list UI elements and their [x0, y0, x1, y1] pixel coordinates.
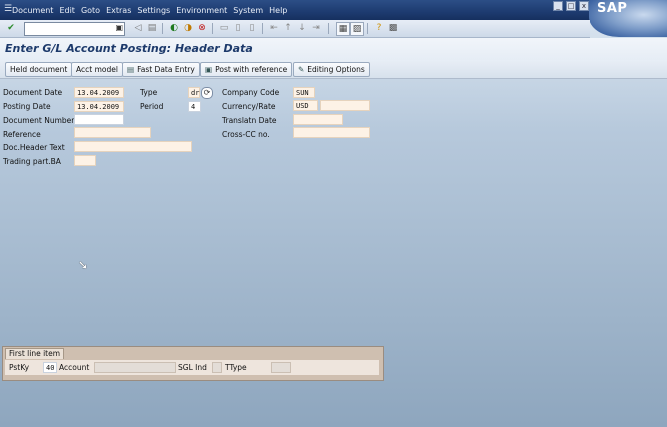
menu-system[interactable]: System — [233, 6, 263, 15]
editing-options-button[interactable]: ✎ Editing Options — [293, 62, 370, 77]
document-number-label: Document Number — [3, 116, 75, 125]
doc-header-text-label: Doc.Header Text — [3, 143, 65, 152]
save-icon[interactable]: ◁ — [132, 22, 144, 34]
sap-logo-text: SAP — [597, 1, 628, 16]
reference-field[interactable] — [74, 127, 151, 138]
first-page-icon[interactable]: ⇤ — [268, 22, 280, 34]
period-field[interactable]: 4 — [188, 101, 201, 112]
reference-label: Reference — [3, 130, 41, 139]
minimize-button[interactable]: _ — [553, 1, 563, 11]
document-type-lookup-icon[interactable]: ⟳ — [201, 87, 213, 99]
mouse-cursor-icon: ➘ — [78, 258, 89, 272]
standard-toolbar: ✔ ▣ ◁ ▤ ◐ ◑ ⊗ ▭ ▯ ▯ ⇤ ↑ ↓ ⇥ ▦ ▨ ? ▩ — [0, 20, 590, 38]
document-date-label: Document Date — [3, 88, 63, 97]
menu-environment[interactable]: Environment — [176, 6, 227, 15]
fast-data-entry-button[interactable]: ▤ Fast Data Entry — [122, 62, 200, 77]
post-with-reference-button[interactable]: ▣ Post with reference — [200, 62, 293, 77]
application-toolbar: Held document Acct model ▤ Fast Data Entr… — [0, 60, 667, 79]
toolbar-separator — [367, 23, 368, 34]
reference-icon: ▣ — [205, 65, 213, 74]
sgl-ind-field[interactable] — [212, 362, 222, 373]
print-icon[interactable]: ▭ — [218, 22, 230, 34]
menu-edit[interactable]: Edit — [59, 6, 75, 15]
ttype-label: TType — [225, 363, 247, 372]
maximize-button[interactable]: □ — [566, 1, 576, 11]
first-line-item-tab: First line item — [5, 348, 65, 359]
find-icon[interactable]: ▯ — [232, 22, 244, 34]
posting-date-field[interactable]: 13.04.2009 — [74, 101, 124, 112]
editing-options-label: Editing Options — [307, 65, 365, 74]
toolbar-separator — [162, 23, 163, 34]
company-code-field[interactable]: SUN — [293, 87, 315, 98]
window-controls: _ □ x — [553, 1, 589, 11]
acct-model-button[interactable]: Acct model — [71, 62, 123, 77]
first-line-item-box: First line item PstKy 40 Account SGL Ind… — [2, 346, 384, 381]
back-icon[interactable]: ◐ — [168, 22, 180, 34]
company-code-label: Company Code — [222, 88, 280, 97]
enter-icon[interactable]: ✔ — [5, 22, 17, 34]
exchange-rate-field[interactable] — [320, 100, 370, 111]
toolbar-separator — [262, 23, 263, 34]
translatn-date-label: Translatn Date — [222, 116, 277, 125]
last-page-icon[interactable]: ⇥ — [310, 22, 322, 34]
toolbar-separator — [212, 23, 213, 34]
cancel-icon[interactable]: ⊗ — [196, 22, 208, 34]
menu-goto[interactable]: Goto — [81, 6, 100, 15]
close-window-button[interactable]: x — [579, 1, 589, 11]
title-bar: Enter G/L Account Posting: Header Data — [0, 38, 667, 60]
toolbar-separator — [328, 23, 329, 34]
help-icon[interactable]: ? — [373, 22, 385, 34]
cross-cc-no-field[interactable] — [293, 127, 370, 138]
pstky-field[interactable]: 40 — [43, 362, 57, 373]
trading-part-ba-label: Trading part.BA — [3, 157, 61, 166]
posting-date-label: Posting Date — [3, 102, 51, 111]
exit-icon[interactable]: ◑ — [182, 22, 194, 34]
translatn-date-field[interactable] — [293, 114, 343, 125]
pstky-label: PstKy — [9, 363, 30, 372]
sap-logo: SAP — [589, 0, 667, 37]
type-field[interactable]: dr — [188, 87, 200, 98]
menu-settings[interactable]: Settings — [137, 6, 170, 15]
period-label: Period — [140, 102, 164, 111]
document-date-field[interactable]: 13.04.2009 — [74, 87, 124, 98]
find-next-icon[interactable]: ▯ — [246, 22, 258, 34]
save-disk-icon[interactable]: ▤ — [146, 22, 158, 34]
menu-items: Document Edit Goto Extras Settings Envir… — [12, 6, 287, 15]
cross-cc-no-label: Cross-CC no. — [222, 130, 270, 139]
held-document-button[interactable]: Held document — [5, 62, 73, 77]
menu-bar: ☰ Document Edit Goto Extras Settings Env… — [0, 0, 667, 20]
fast-data-entry-label: Fast Data Entry — [137, 65, 195, 74]
customize-layout-icon[interactable]: ▩ — [387, 22, 399, 34]
post-with-reference-label: Post with reference — [215, 65, 288, 74]
menu-document[interactable]: Document — [12, 6, 53, 15]
currency-rate-label: Currency/Rate — [222, 102, 276, 111]
doc-header-text-field[interactable] — [74, 141, 192, 152]
menu-help[interactable]: Help — [269, 6, 287, 15]
next-page-icon[interactable]: ↓ — [296, 22, 308, 34]
menu-extras[interactable]: Extras — [106, 6, 131, 15]
page-title: Enter G/L Account Posting: Header Data — [5, 42, 253, 55]
account-field[interactable] — [94, 362, 176, 373]
pencil-icon: ✎ — [298, 65, 305, 74]
command-field[interactable]: ▣ — [24, 22, 125, 36]
trading-part-ba-field[interactable] — [74, 155, 96, 166]
shortcut-icon[interactable]: ▨ — [350, 22, 364, 36]
prev-page-icon[interactable]: ↑ — [282, 22, 294, 34]
command-field-history-icon[interactable]: ▣ — [115, 23, 123, 32]
account-label: Account — [59, 363, 90, 372]
fast-entry-icon: ▤ — [127, 65, 135, 74]
new-session-icon[interactable]: ▦ — [336, 22, 350, 36]
first-line-item-row: PstKy 40 Account SGL Ind TType — [5, 360, 379, 375]
currency-field[interactable]: USD — [293, 100, 318, 111]
ttype-field[interactable] — [271, 362, 291, 373]
sgl-ind-label: SGL Ind — [178, 363, 207, 372]
document-number-field[interactable] — [74, 114, 124, 125]
type-label: Type — [140, 88, 158, 97]
